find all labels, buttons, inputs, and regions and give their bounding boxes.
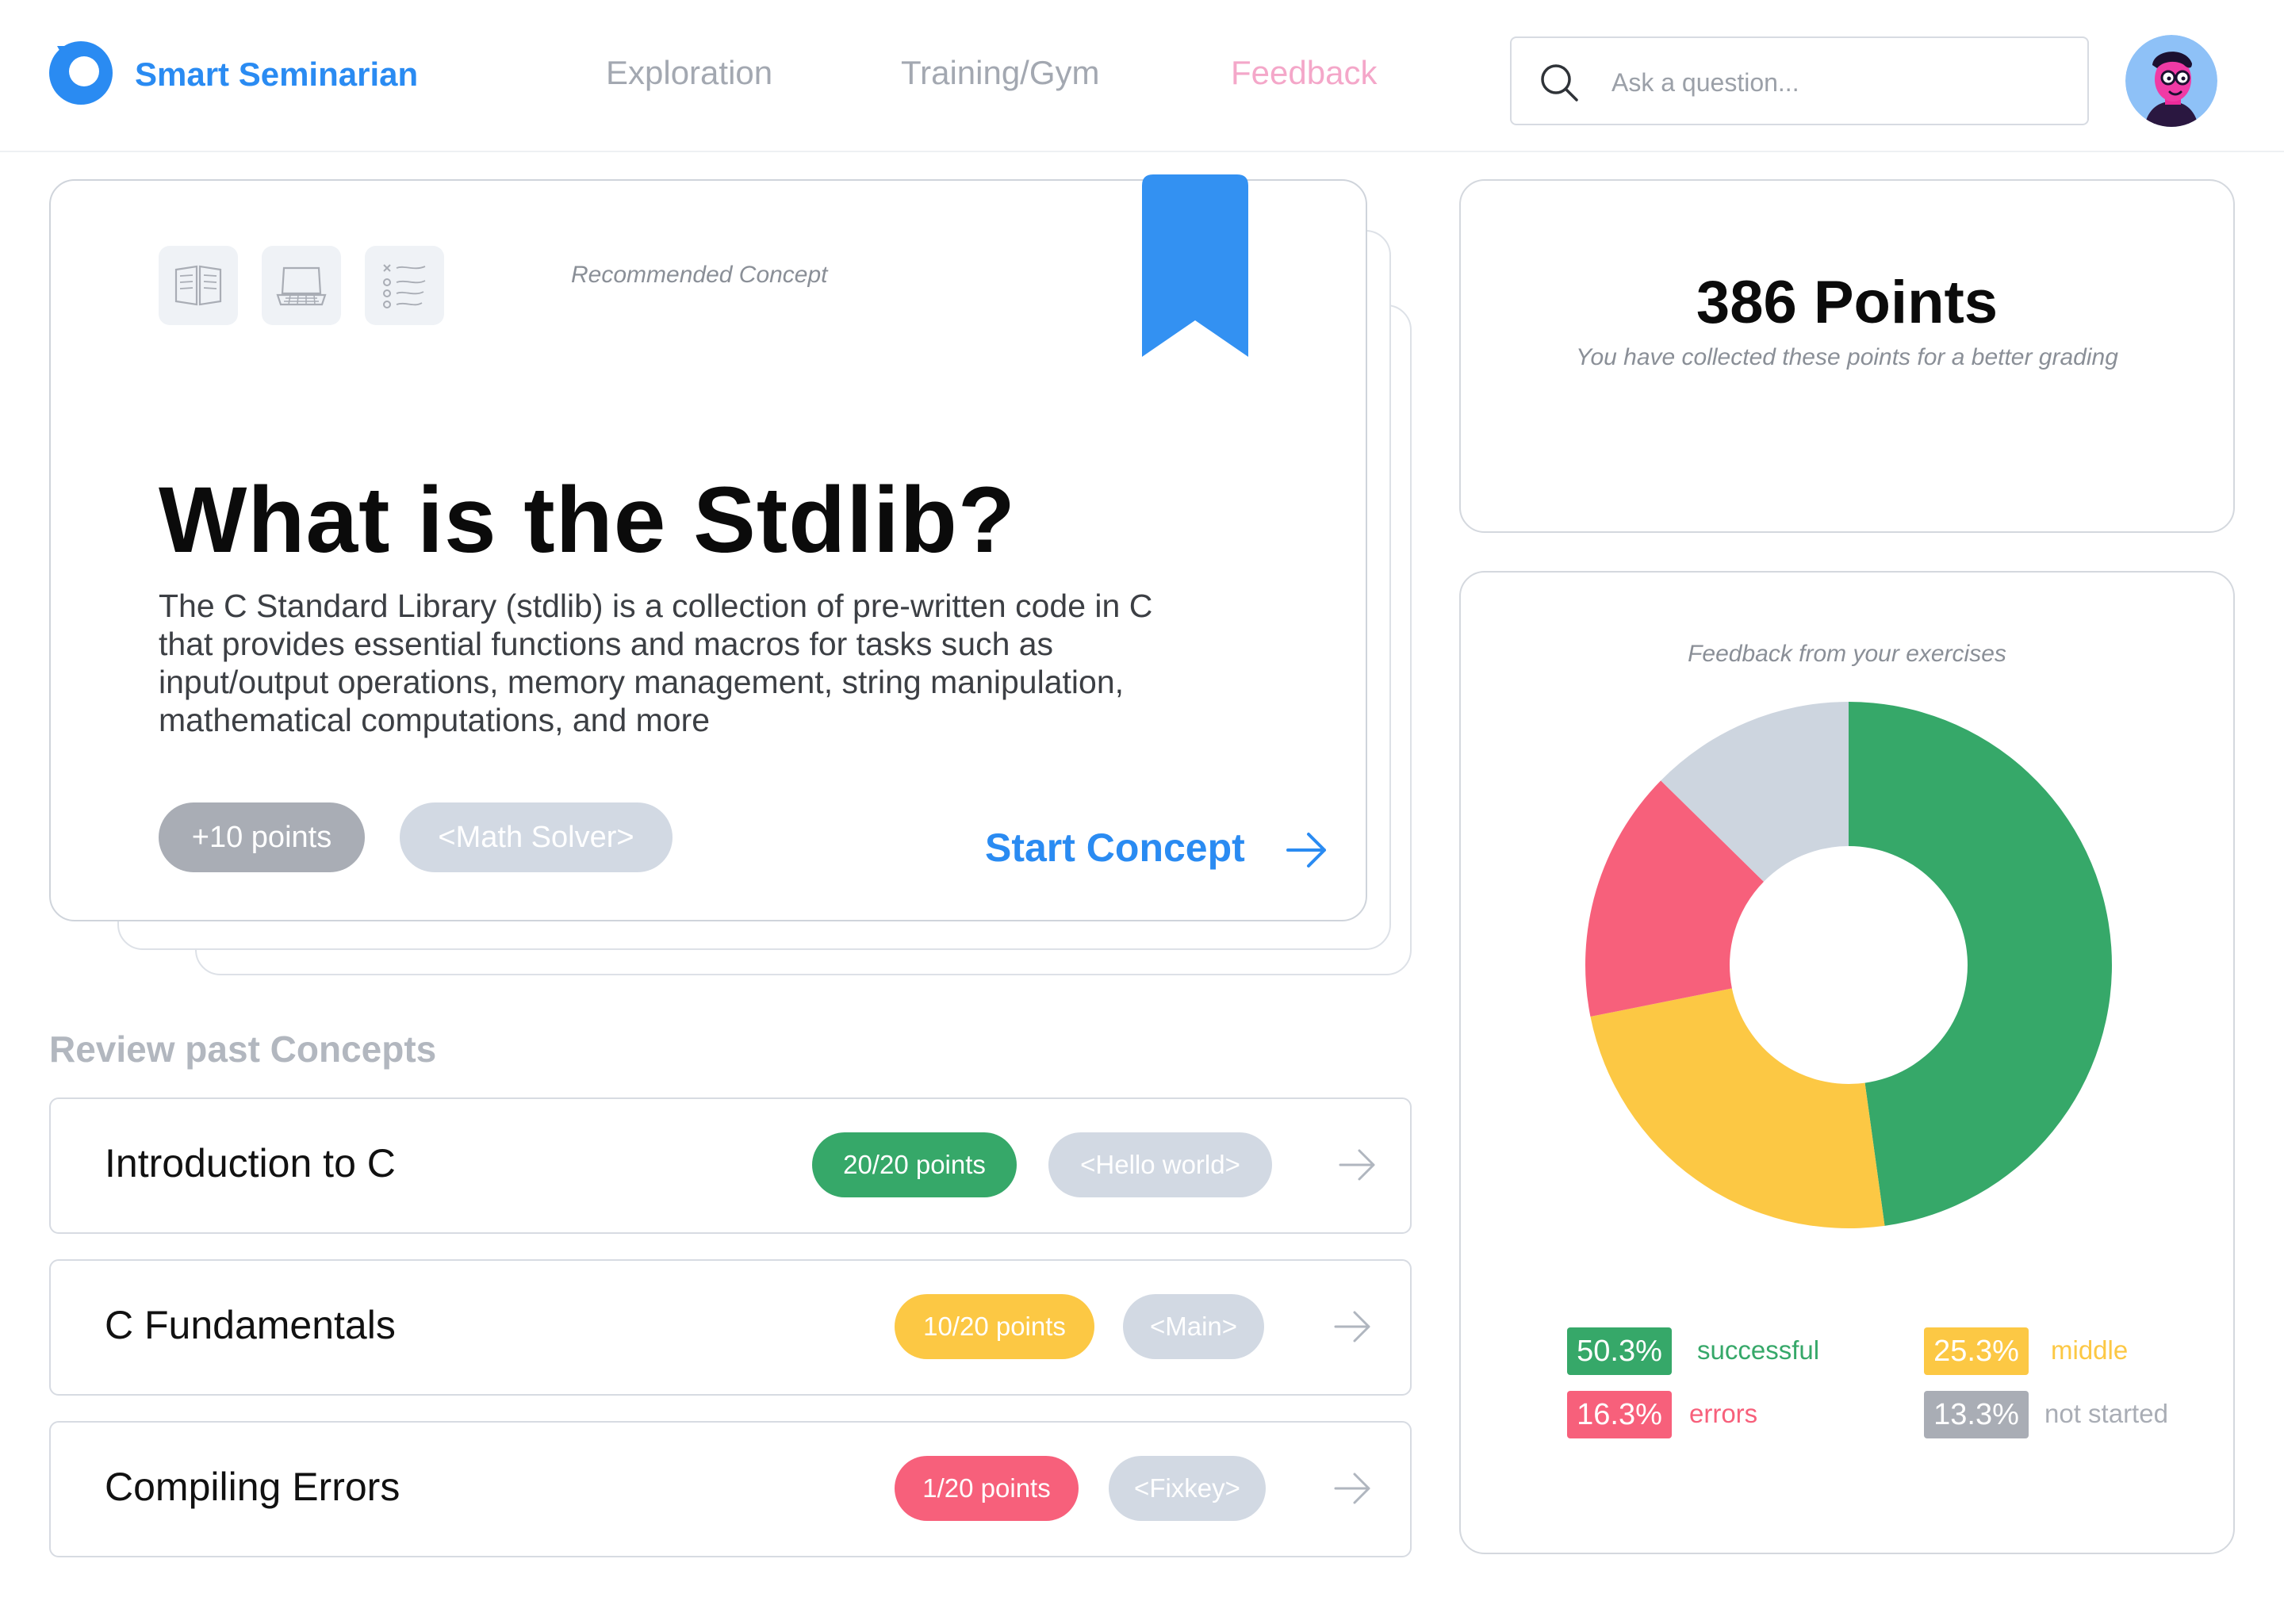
list-item-introduction-to-c[interactable]: Introduction to C 20/20 points <Hello wo… — [49, 1097, 1412, 1234]
search-input[interactable] — [1611, 59, 2071, 106]
review-section-title: Review past Concepts — [49, 1028, 437, 1070]
book-icon — [159, 246, 238, 325]
score-badge: 10/20 points — [895, 1294, 1094, 1359]
legend-value-not-started: 13.3% — [1924, 1391, 2029, 1438]
checklist-icon — [365, 246, 444, 325]
concept-title: What is the Stdlib? — [159, 468, 1016, 573]
bookmark-icon[interactable] — [1142, 174, 1248, 357]
legend-value-successful: 50.3% — [1567, 1327, 1672, 1375]
concept-tag[interactable]: <Hello world> — [1048, 1132, 1272, 1197]
top-bar: Smart Seminarian Exploration Training/Gy… — [0, 0, 2284, 152]
points-subtitle: You have collected these points for a be… — [1576, 344, 2118, 370]
donut-slice-middle — [1590, 988, 1885, 1228]
chart-title: Feedback from your exercises — [1688, 641, 2006, 667]
search-icon — [1541, 64, 1578, 102]
points-card: 386 Points You have collected these poin… — [1459, 179, 2235, 533]
concept-tag[interactable]: <Fixkey> — [1109, 1456, 1266, 1521]
legend-label-middle: middle — [2051, 1335, 2129, 1365]
legend-value-errors: 16.3% — [1567, 1391, 1672, 1438]
list-item-compiling-errors[interactable]: Compiling Errors 1/20 points <Fixkey> — [49, 1421, 1412, 1557]
arrow-right-icon[interactable] — [1337, 1147, 1378, 1183]
nav-exploration[interactable]: Exploration — [606, 54, 772, 92]
score-badge: 20/20 points — [812, 1132, 1017, 1197]
feedback-chart-card: Feedback from your exercises 50.3% succe… — [1459, 571, 2235, 1554]
feedback-donut-chart — [1585, 702, 2112, 1228]
list-item-c-fundamentals[interactable]: C Fundamentals 10/20 points <Main> — [49, 1259, 1412, 1396]
app-logo-icon[interactable] — [48, 40, 114, 106]
score-badge: 1/20 points — [895, 1456, 1079, 1521]
concept-tag[interactable]: <Main> — [1123, 1294, 1264, 1359]
legend-label-successful: successful — [1697, 1335, 1820, 1365]
legend-label-errors: errors — [1689, 1399, 1758, 1428]
points-total: 386 Points — [1696, 269, 1998, 336]
recommended-concept-card[interactable]: Recommended Concept What is the Stdlib? … — [49, 174, 1367, 921]
legend-value-middle: 25.3% — [1924, 1327, 2029, 1375]
concept-name: Introduction to C — [105, 1141, 396, 1185]
concept-description: The C Standard Library (stdlib) is a col… — [159, 588, 1153, 738]
search-box[interactable] — [1510, 36, 2089, 125]
arrow-right-icon[interactable] — [1332, 1470, 1374, 1507]
concept-name: C Fundamentals — [105, 1303, 396, 1347]
nav-feedback[interactable]: Feedback — [1231, 54, 1377, 92]
donut-slice-successful — [1849, 702, 2112, 1226]
arrow-right-icon[interactable] — [1285, 831, 1329, 869]
start-concept-button[interactable]: Start Concept — [985, 825, 1245, 871]
legend-label-not-started: not started — [2044, 1399, 2168, 1428]
concept-tag[interactable]: <Math Solver> — [400, 802, 673, 872]
concept-name: Compiling Errors — [105, 1465, 400, 1509]
brand-name[interactable]: Smart Seminarian — [135, 56, 418, 94]
arrow-right-icon[interactable] — [1332, 1308, 1374, 1345]
laptop-icon — [262, 246, 341, 325]
avatar[interactable] — [2125, 35, 2217, 127]
nav-training-gym[interactable]: Training/Gym — [901, 54, 1100, 92]
recommended-label: Recommended Concept — [571, 262, 828, 288]
points-badge: +10 points — [159, 802, 365, 872]
